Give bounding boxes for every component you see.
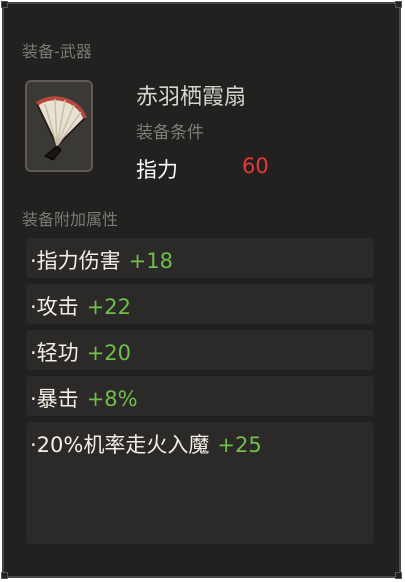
attribute-name: ·20%机率走火入魔 <box>30 433 210 457</box>
item-icon-slot[interactable] <box>25 80 93 172</box>
attribute-name: ·轻功 <box>30 341 79 365</box>
attribute-value: +8% <box>86 387 138 411</box>
folding-fan-icon <box>35 96 87 161</box>
corner-ornament <box>1 572 8 579</box>
attribute-row: ·攻击 +22 <box>26 284 374 324</box>
equipment-type-title: 装备-武器 <box>22 42 92 61</box>
item-name: 赤羽栖霞扇 <box>136 85 247 110</box>
attribute-row: ·暴击 +8% <box>26 376 374 416</box>
attribute-row: ·20%机率走火入魔 +25 <box>26 422 374 544</box>
attribute-name: ·指力伤害 <box>30 249 121 273</box>
attribute-value: +18 <box>128 249 174 273</box>
corner-ornament <box>1 1 8 8</box>
corner-ornament <box>395 1 402 8</box>
requirement-stat: 指力 <box>136 158 178 182</box>
attribute-value: +25 <box>217 433 262 457</box>
attribute-row: ·指力伤害 +18 <box>26 238 374 278</box>
attribute-value: +22 <box>86 295 132 319</box>
corner-ornament <box>395 572 402 579</box>
requirement-label: 装备条件 <box>136 123 204 143</box>
attribute-name: ·暴击 <box>30 387 79 411</box>
attribute-value: +20 <box>86 341 132 365</box>
bonus-attributes-title: 装备附加属性 <box>22 210 119 229</box>
attribute-name: ·攻击 <box>30 295 79 319</box>
requirement-value: 60 <box>242 154 269 178</box>
attribute-row: ·轻功 +20 <box>26 330 374 370</box>
